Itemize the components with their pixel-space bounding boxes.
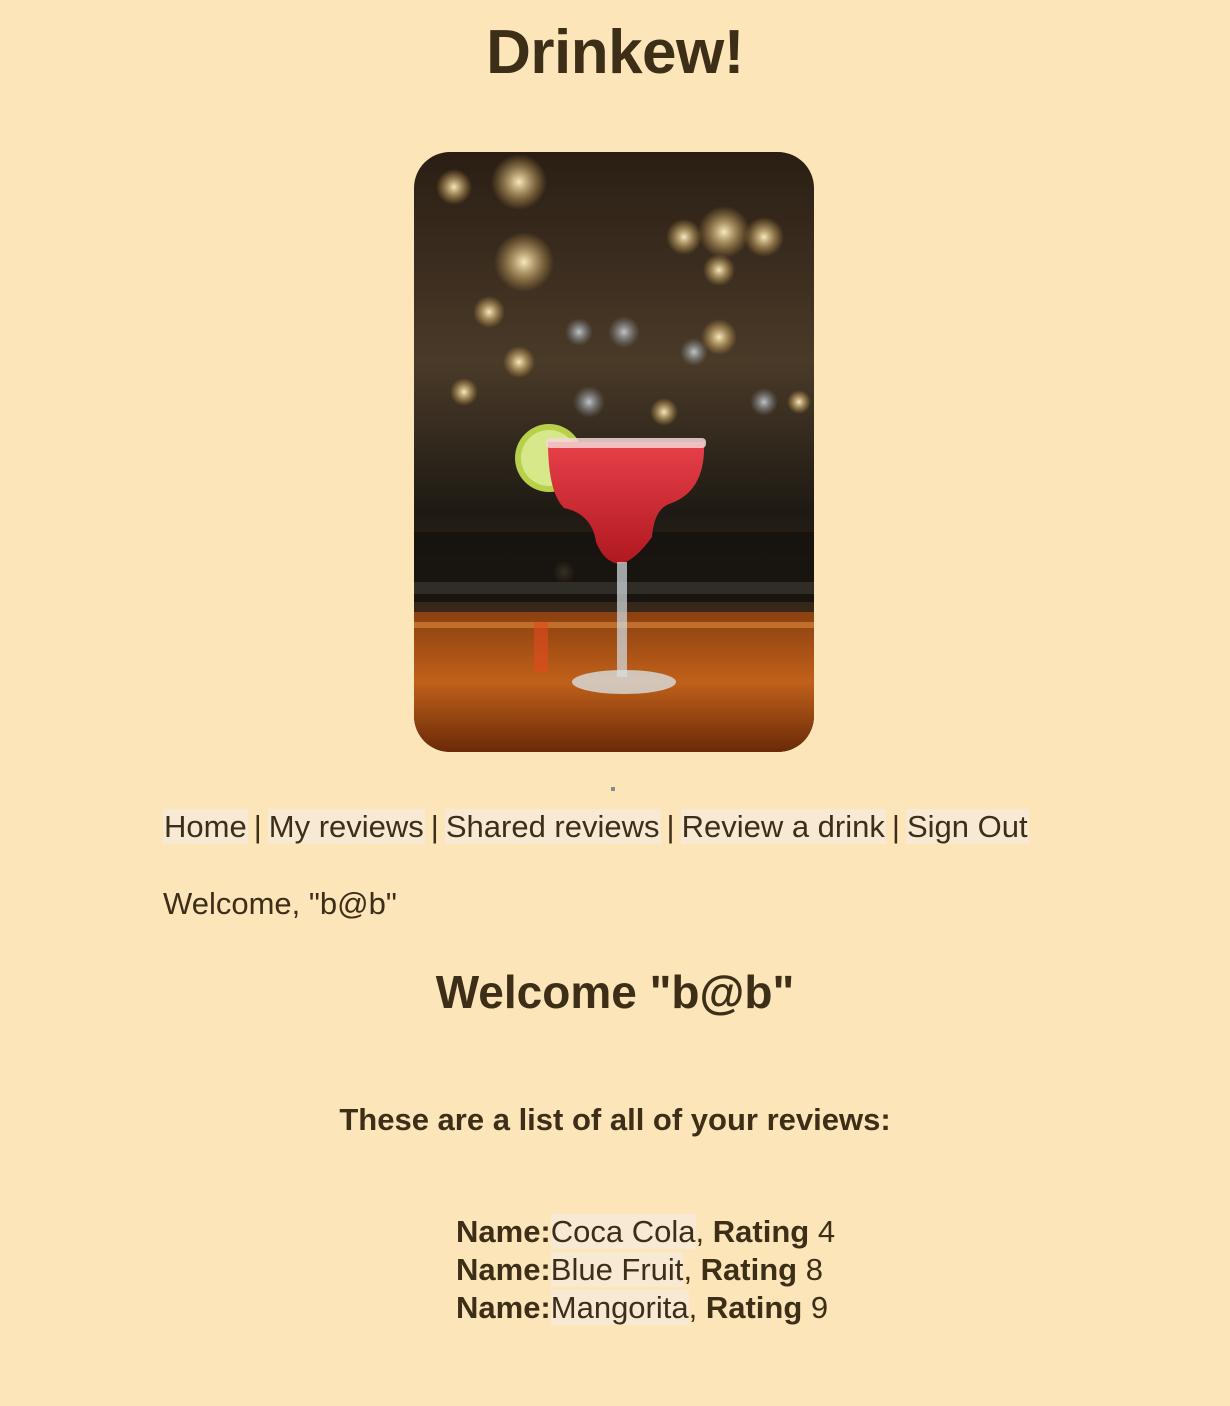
nav-my-reviews-link[interactable]: My reviews bbox=[267, 809, 425, 844]
review-rating-label: Rating bbox=[705, 1290, 803, 1325]
hero-cocktail-image bbox=[414, 152, 814, 752]
review-name: Blue Fruit bbox=[550, 1252, 684, 1287]
nav-shared-reviews-link[interactable]: Shared reviews bbox=[444, 809, 661, 844]
welcome-line: Welcome, "b@b" bbox=[163, 886, 397, 921]
nav-home-link[interactable]: Home bbox=[163, 809, 248, 844]
nav-separator: | bbox=[253, 809, 262, 844]
review-item: Name:Blue Fruit, Rating 8 bbox=[456, 1252, 823, 1287]
nav-separator: | bbox=[891, 809, 900, 844]
nav-separator: | bbox=[666, 809, 675, 844]
review-name-label: Name: bbox=[456, 1290, 551, 1325]
review-rating: 9 bbox=[810, 1290, 829, 1325]
review-name-label: Name: bbox=[456, 1214, 551, 1249]
site-title: Drinkew! bbox=[486, 18, 744, 87]
main-nav: Home | My reviews | Shared reviews | Review a … bbox=[163, 806, 1029, 848]
review-rating-label: Rating bbox=[700, 1252, 798, 1287]
review-item: Name:Coca Cola, Rating 4 bbox=[456, 1214, 836, 1249]
review-rating: 4 bbox=[817, 1214, 836, 1249]
review-name: Mangorita bbox=[550, 1290, 689, 1325]
review-name: Coca Cola bbox=[550, 1214, 696, 1249]
review-rating-label: Rating bbox=[712, 1214, 810, 1249]
reviews-intro: These are a list of all of your reviews: bbox=[339, 1102, 891, 1137]
nav-sign-out-link[interactable]: Sign Out bbox=[905, 809, 1029, 844]
nav-separator: | bbox=[430, 809, 439, 844]
reviews-list: Name:Coca Cola, Rating 4 Name:Blue Fruit… bbox=[456, 1213, 835, 1327]
nav-review-drink-link[interactable]: Review a drink bbox=[680, 809, 886, 844]
review-rating: 8 bbox=[805, 1252, 823, 1287]
welcome-heading: Welcome "b@b" bbox=[435, 966, 795, 1018]
broken-image-icon bbox=[611, 787, 615, 791]
review-item: Name:Mangorita, Rating 9 bbox=[456, 1290, 829, 1325]
review-name-label: Name: bbox=[456, 1252, 551, 1287]
